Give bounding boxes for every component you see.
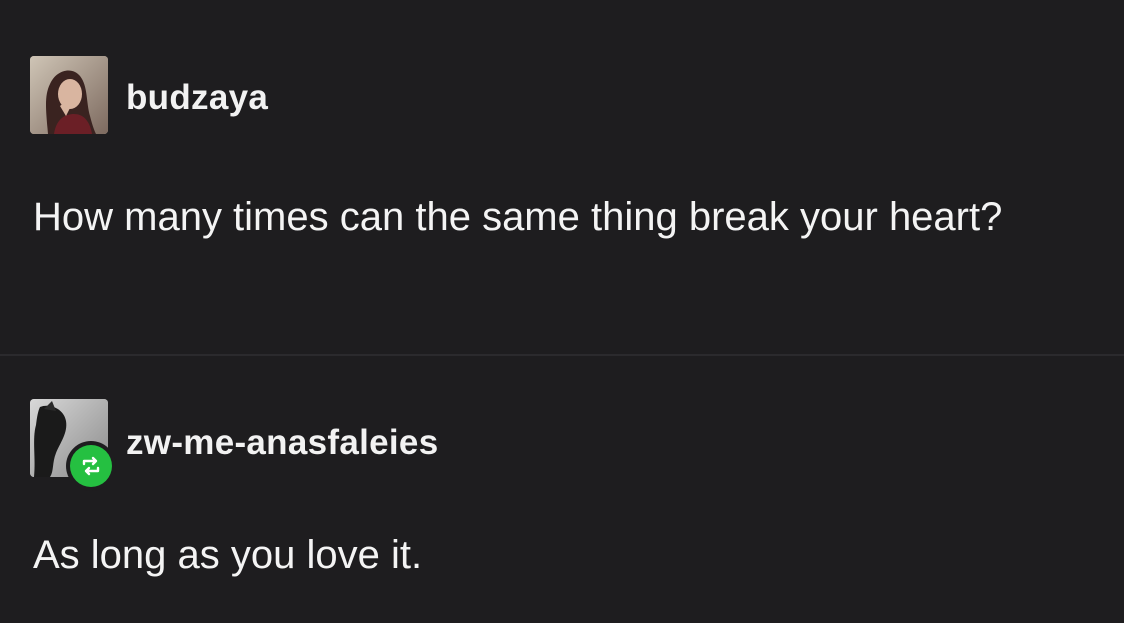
post-divider <box>0 354 1124 356</box>
post-body-text: How many times can the same thing break … <box>33 195 1003 239</box>
avatar[interactable] <box>30 56 108 134</box>
post-username[interactable]: budzaya <box>126 78 268 118</box>
reblog-badge <box>66 441 116 491</box>
post-zw-me-anasfaleies: zw-me-anasfaleies As long as you love it… <box>0 357 1124 623</box>
avatar-woman-portrait-icon <box>30 56 108 134</box>
post-budzaya: budzaya How many times can the same thin… <box>0 0 1124 355</box>
post-body-text: As long as you love it. <box>33 533 423 577</box>
reblog-icon <box>82 456 100 476</box>
post-username[interactable]: zw-me-anasfaleies <box>126 423 438 463</box>
